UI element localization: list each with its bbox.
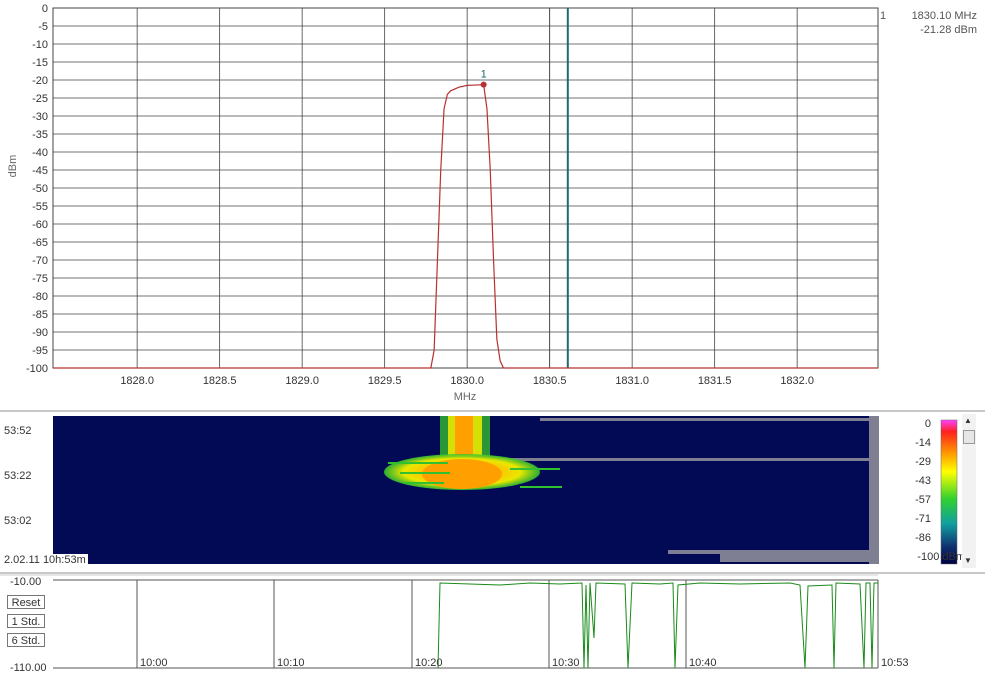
scroll-up-icon[interactable]: ▲ [964,416,972,425]
history-chart[interactable]: 10:00 10:10 10:20 10:30 10:40 10:53 [0,574,985,681]
history-panel: 10:00 10:10 10:20 10:30 10:40 10:53 -10.00 -1… [0,574,985,681]
history-trace [437,582,878,669]
scale-label: -57 [915,494,931,506]
history-x-tick-label: 10:40 [689,657,717,669]
x-tick-label: 1831.0 [615,375,649,387]
x-tick-label: 1828.0 [120,375,154,387]
history-x-tick-label: 10:00 [140,657,168,669]
spectrum-chart[interactable]: 0 -5 -10 -15 -20 -25 -30 -35 -40 -45 -50 -55 -60 -65 -… [0,0,985,410]
x-tick-label: 1829.5 [368,375,402,387]
spectrum-x-ticks: 1828.0 1828.5 1829.0 1829.5 1830.0 1830.5 1831… [120,375,814,387]
history-x-ticks: 10:00 10:10 10:20 10:30 10:40 10:53 [140,657,909,669]
y-tick-label: -25 [32,93,48,105]
waterfall-time-label: 53:22 [4,470,32,482]
history-x-tick-label: 10:53 [881,657,909,669]
history-y-bottom: -110.00 [10,662,47,674]
y-tick-label: -40 [32,147,48,159]
y-tick-label: -70 [32,255,48,267]
y-tick-label: -50 [32,183,48,195]
y-tick-label: -10 [32,39,48,51]
scale-label: -86 [915,532,931,544]
x-tick-label: 1828.5 [203,375,237,387]
x-axis-label: MHz [454,391,477,403]
one-std-button[interactable]: 1 Std. [7,614,45,628]
scale-label: 0 [924,418,931,430]
history-x-tick-label: 10:10 [277,657,305,669]
y-tick-label: -55 [32,201,48,213]
x-tick-label: 1831.5 [698,375,732,387]
waterfall-edge [869,416,879,564]
signal-streak [388,462,448,464]
signal-streak [400,472,450,474]
marker-label: 1 [481,69,487,81]
x-tick-label: 1829.0 [285,375,319,387]
six-std-button[interactable]: 6 Std. [7,633,45,647]
waterfall-time-label: 53:52 [4,425,32,437]
scale-scrollbar[interactable]: ▲ ▼ [962,414,976,568]
scroll-down-icon[interactable]: ▼ [964,556,972,565]
history-x-tick-label: 10:30 [552,657,580,669]
waterfall-time-label: 53:02 [4,515,32,527]
y-tick-label: -20 [32,75,48,87]
scale-label: -71 [915,513,931,525]
color-scale-bar [940,419,958,565]
waterfall-band-bottom [668,550,869,554]
history-x-tick-label: 10:20 [415,657,443,669]
waterfall-chart[interactable] [0,412,985,572]
marker-frequency: 1830.10 MHz [911,10,977,22]
waterfall-band-top [540,418,870,421]
waterfall-band-mid [500,458,870,461]
marker-index: 1 [880,10,887,22]
x-tick-label: 1830.0 [450,375,484,387]
signal-streak [520,486,562,488]
reset-button[interactable]: Reset [7,595,45,609]
y-tick-label: -100 [26,363,48,375]
marker-amplitude: -21.28 dBm [920,24,977,36]
spectrum-grid [52,7,879,369]
y-tick-label: -90 [32,327,48,339]
waterfall-footer-gray [720,554,870,562]
y-axis-label: dBm [7,155,19,178]
y-tick-label: -30 [32,111,48,123]
x-tick-label: 1832.0 [780,375,814,387]
y-tick-label: -60 [32,219,48,231]
y-tick-label: -15 [32,57,48,69]
signal-streak [455,416,473,456]
y-tick-label: -35 [32,129,48,141]
spectrum-panel: 0 -5 -10 -15 -20 -25 -30 -35 -40 -45 -50 -55 -60 -65 -… [0,0,985,412]
y-tick-label: -75 [32,273,48,285]
x-tick-label: 1830.5 [533,375,567,387]
y-tick-label: -80 [32,291,48,303]
history-y-top: -10.00 [10,576,42,588]
y-tick-label: 0 [42,3,48,15]
signal-streak [404,482,444,484]
scale-label: -43 [915,475,931,487]
scroll-thumb[interactable] [963,430,975,444]
y-tick-label: -85 [32,309,48,321]
marker-point[interactable] [480,81,487,88]
y-tick-label: -5 [38,21,48,33]
waterfall-panel: 53:52 53:22 53:02 2.02.11 10h:53m 0 -14 … [0,412,985,574]
y-tick-label: -95 [32,345,48,357]
signal-streak [510,468,560,470]
waterfall-timestamp: 2.02.11 10h:53m [2,554,88,566]
scale-label: -14 [915,437,931,449]
spectrum-y-ticks: 0 -5 -10 -15 -20 -25 -30 -35 -40 -45 -50 -55 -60 -65 -… [26,3,48,375]
scale-label: -29 [915,456,931,468]
scale-label: -100 dBm [917,551,965,563]
y-tick-label: -45 [32,165,48,177]
y-tick-label: -65 [32,237,48,249]
